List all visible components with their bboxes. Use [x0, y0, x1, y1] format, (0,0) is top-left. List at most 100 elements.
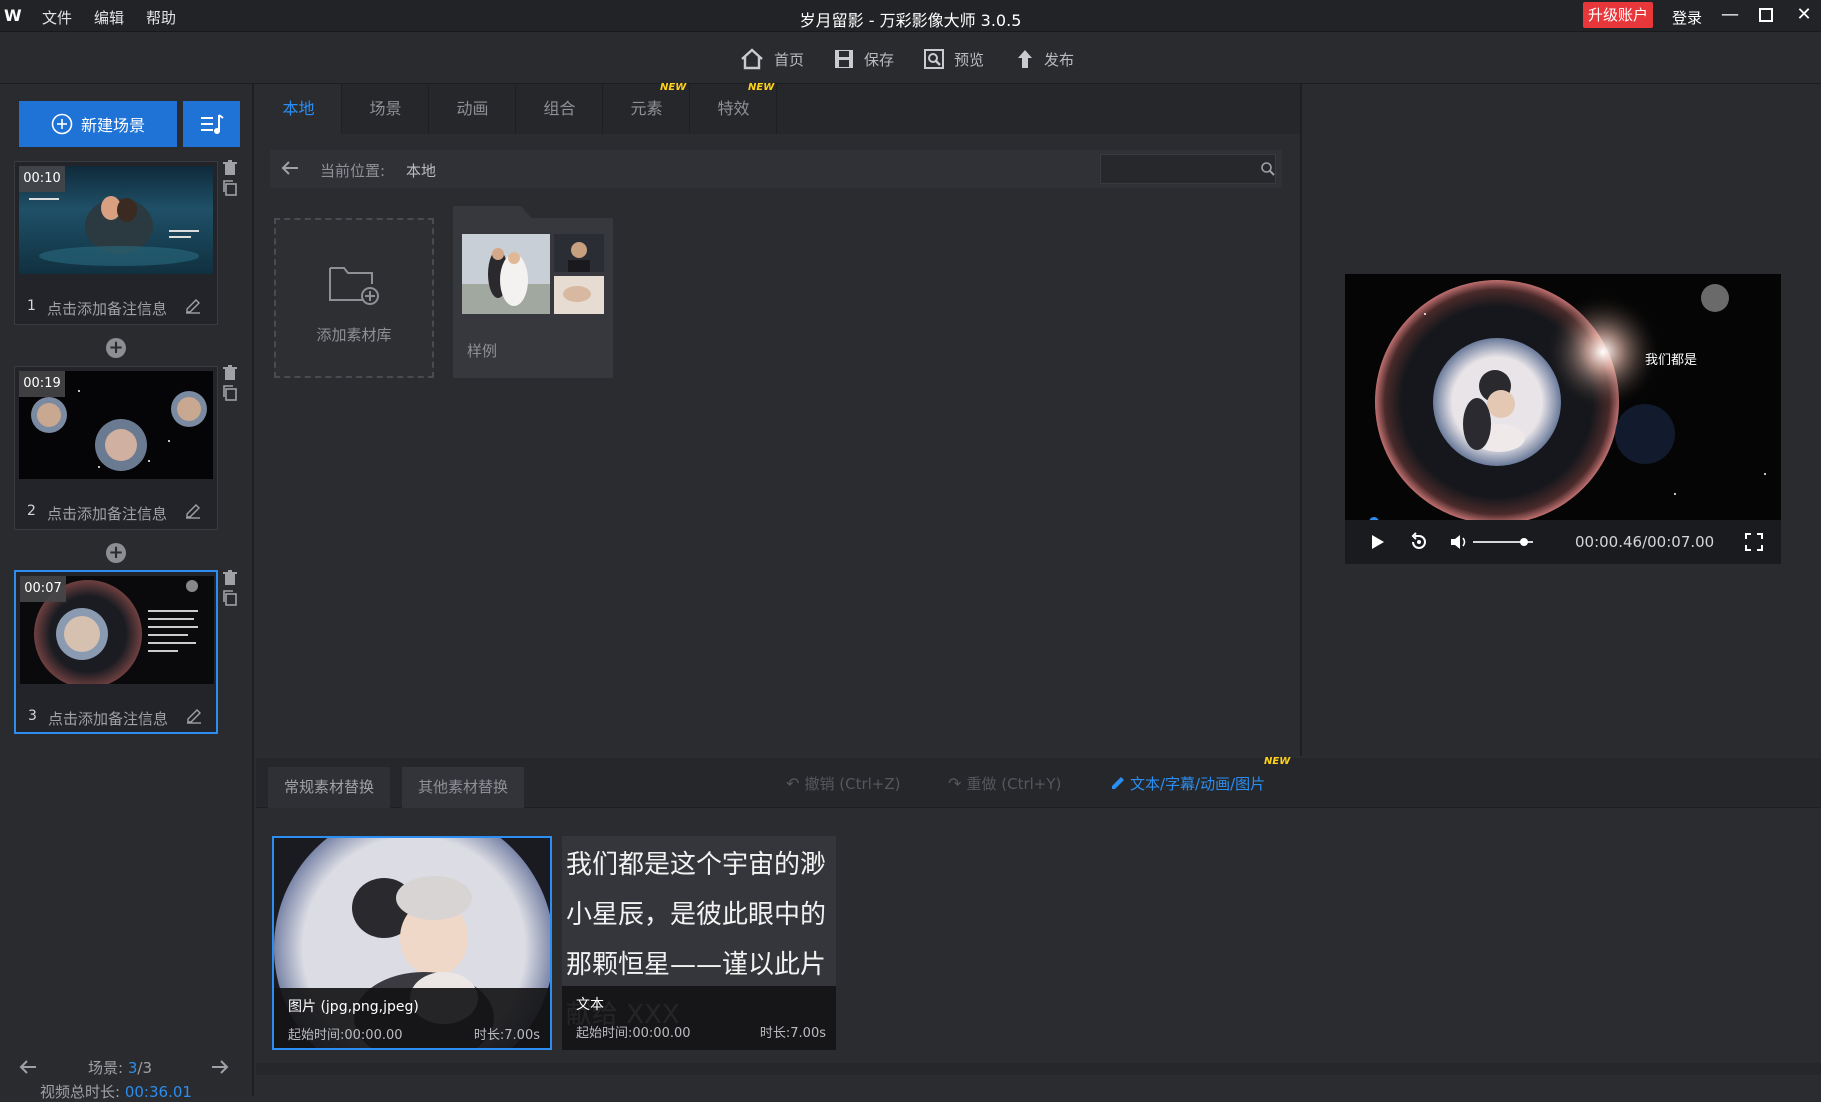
- material-start-time: 起始时间:00:00.00: [288, 1028, 403, 1043]
- lens-flare: [1543, 292, 1663, 412]
- plus-circle-icon: [51, 113, 73, 135]
- list-music-icon: [200, 114, 224, 134]
- scene-card-3[interactable]: 00:07 3 点击添加备注信息: [14, 570, 218, 734]
- tab-group[interactable]: 组合: [517, 84, 603, 134]
- new-scene-button[interactable]: 新建场景: [19, 101, 177, 147]
- undo-label: 撤销 (Ctrl+Z): [804, 775, 901, 793]
- sample-thumbnails: [462, 234, 604, 314]
- material-duration: 时长:7.00s: [759, 1026, 826, 1041]
- copy-icon[interactable]: [222, 590, 238, 606]
- maximize-icon[interactable]: [1752, 2, 1780, 28]
- volume-icon[interactable]: [1449, 533, 1469, 551]
- material-type: 文本: [576, 997, 604, 1013]
- scene-card-1[interactable]: 00:10 1 点击添加备注信息: [14, 161, 218, 325]
- copy-icon[interactable]: [222, 180, 238, 196]
- total-duration-label: 视频总时长:: [40, 1083, 121, 1101]
- scene-duration: 00:10: [19, 166, 65, 192]
- scene-counter-label: 场景:: [88, 1059, 124, 1077]
- scene-panel: 新建场景 00:10 1 点击添加备注信息 + 00:19 2 点击添加备注信息…: [0, 84, 254, 1101]
- image-material-card[interactable]: 图片 (jpg,png,jpeg) 起始时间:00:00.00 时长:7.00s: [272, 836, 552, 1050]
- card-caption: 文本 起始时间:00:00.00 时长:7.00s: [562, 986, 836, 1050]
- add-library-button[interactable]: 添加素材库: [274, 218, 434, 378]
- replacement-tabs: 常规素材替换 其他素材替换 ↶ 撤销 (Ctrl+Z) ↷ 重做 (Ctrl+Y…: [256, 756, 1821, 808]
- scene-duration: 00:07: [20, 576, 66, 602]
- volume-handle[interactable]: [1520, 538, 1528, 546]
- edit-icon[interactable]: [185, 298, 201, 314]
- location-bar: 当前位置: 本地: [270, 150, 1282, 188]
- publish-label: 发布: [1044, 50, 1075, 69]
- scene-note[interactable]: 点击添加备注信息: [47, 298, 167, 319]
- scene-duration: 00:19: [19, 371, 65, 397]
- scene-number: 3: [28, 708, 37, 724]
- main-toolbar: 首页 保存 预览 发布: [0, 32, 1821, 84]
- search-icon[interactable]: [1260, 161, 1276, 177]
- text-subtitle-link[interactable]: 文本/字幕/动画/图片: [1110, 773, 1265, 794]
- library-tabs: 本地 场景 动画 组合 元素 NEW 特效 NEW: [256, 82, 1300, 134]
- back-arrow-icon[interactable]: [280, 160, 300, 176]
- home-label: 首页: [774, 50, 805, 69]
- delete-icon[interactable]: [222, 160, 238, 176]
- new-badge: NEW: [660, 82, 687, 93]
- add-scene-icon[interactable]: +: [106, 543, 126, 563]
- overlay-text: 我们都是: [1645, 353, 1697, 368]
- prev-scene-icon[interactable]: [18, 1059, 38, 1075]
- publish-button[interactable]: 发布: [1016, 46, 1074, 72]
- tab-scene[interactable]: 场景: [343, 84, 429, 134]
- add-scene-icon[interactable]: +: [106, 338, 126, 358]
- location-value: 本地: [406, 162, 437, 180]
- new-scene-label: 新建场景: [80, 116, 145, 135]
- scene-card-2[interactable]: 00:19 2 点击添加备注信息: [14, 366, 218, 530]
- play-icon[interactable]: [1371, 534, 1385, 550]
- tab-regular-replace[interactable]: 常规素材替换: [268, 767, 391, 808]
- material-type: 图片 (jpg,png,jpeg): [288, 999, 419, 1015]
- card-caption: 图片 (jpg,png,jpeg) 起始时间:00:00.00 时长:7.00s: [274, 988, 550, 1048]
- scene-list-button[interactable]: [183, 101, 240, 147]
- playback-time: 00:00.46/00:07.00: [1575, 533, 1715, 551]
- scene-counter: 场景: 3/3: [88, 1057, 152, 1078]
- scene-note[interactable]: 点击添加备注信息: [47, 503, 167, 524]
- horizontal-scrollbar[interactable]: [256, 1063, 1821, 1075]
- preview-button[interactable]: 预览: [924, 46, 984, 72]
- material-start-time: 起始时间:00:00.00: [576, 1026, 691, 1041]
- total-duration: 视频总时长: 00:36.01: [40, 1081, 192, 1102]
- login-button[interactable]: 登录: [1672, 7, 1702, 28]
- redo-label: 重做 (Ctrl+Y): [966, 775, 1062, 793]
- material-duration: 时长:7.00s: [473, 1028, 540, 1043]
- save-label: 保存: [864, 50, 895, 69]
- tab-animation[interactable]: 动画: [430, 84, 516, 134]
- home-button[interactable]: 首页: [740, 46, 804, 72]
- scene-note[interactable]: 点击添加备注信息: [48, 708, 168, 729]
- redo-button[interactable]: ↷ 重做 (Ctrl+Y): [948, 773, 1061, 794]
- copy-icon[interactable]: [222, 385, 238, 401]
- text-material-card[interactable]: 我们都是这个宇宙的渺小星辰，是彼此眼中的那颗恒星——谨以此片献给 XXX 文本 …: [562, 836, 836, 1050]
- save-button[interactable]: 保存: [834, 46, 894, 72]
- delete-icon[interactable]: [222, 570, 238, 586]
- upload-icon: [1018, 50, 1032, 68]
- material-library: 本地 场景 动画 组合 元素 NEW 特效 NEW 当前位置: 本地 添加素材库…: [256, 82, 1300, 756]
- edit-icon[interactable]: [186, 708, 202, 724]
- upgrade-account-button[interactable]: 升级账户: [1583, 2, 1653, 28]
- location-label: 当前位置:: [320, 162, 386, 180]
- playback-controls: 00:00.46/00:07.00: [1345, 520, 1781, 564]
- home-icon: [741, 48, 763, 70]
- search-input[interactable]: [1100, 154, 1276, 184]
- window-title: 岁月留影 - 万彩影像大师 3.0.5: [799, 11, 1022, 30]
- tab-other-replace[interactable]: 其他素材替换: [402, 767, 525, 808]
- edit-icon[interactable]: [185, 503, 201, 519]
- scene-number: 1: [27, 298, 36, 314]
- undo-button[interactable]: ↶ 撤销 (Ctrl+Z): [786, 773, 901, 794]
- preview-label: 预览: [954, 50, 985, 69]
- next-scene-icon[interactable]: [210, 1059, 230, 1075]
- preview-panel: 我们都是 00:00.46/00:07.00: [1300, 84, 1821, 756]
- delete-icon[interactable]: [222, 365, 238, 381]
- minimize-icon[interactable]: —: [1716, 2, 1744, 28]
- sample-folder[interactable]: 样例: [453, 206, 613, 378]
- pencil-icon: [1112, 777, 1124, 789]
- preview-video[interactable]: 我们都是: [1345, 274, 1781, 520]
- tab-local[interactable]: 本地: [256, 84, 342, 134]
- new-badge: NEW: [748, 82, 775, 93]
- replay-icon[interactable]: [1409, 532, 1429, 552]
- close-icon[interactable]: ✕: [1790, 2, 1818, 28]
- text-subtitle-label: 文本/字幕/动画/图片: [1130, 775, 1266, 793]
- fullscreen-icon[interactable]: [1745, 533, 1763, 551]
